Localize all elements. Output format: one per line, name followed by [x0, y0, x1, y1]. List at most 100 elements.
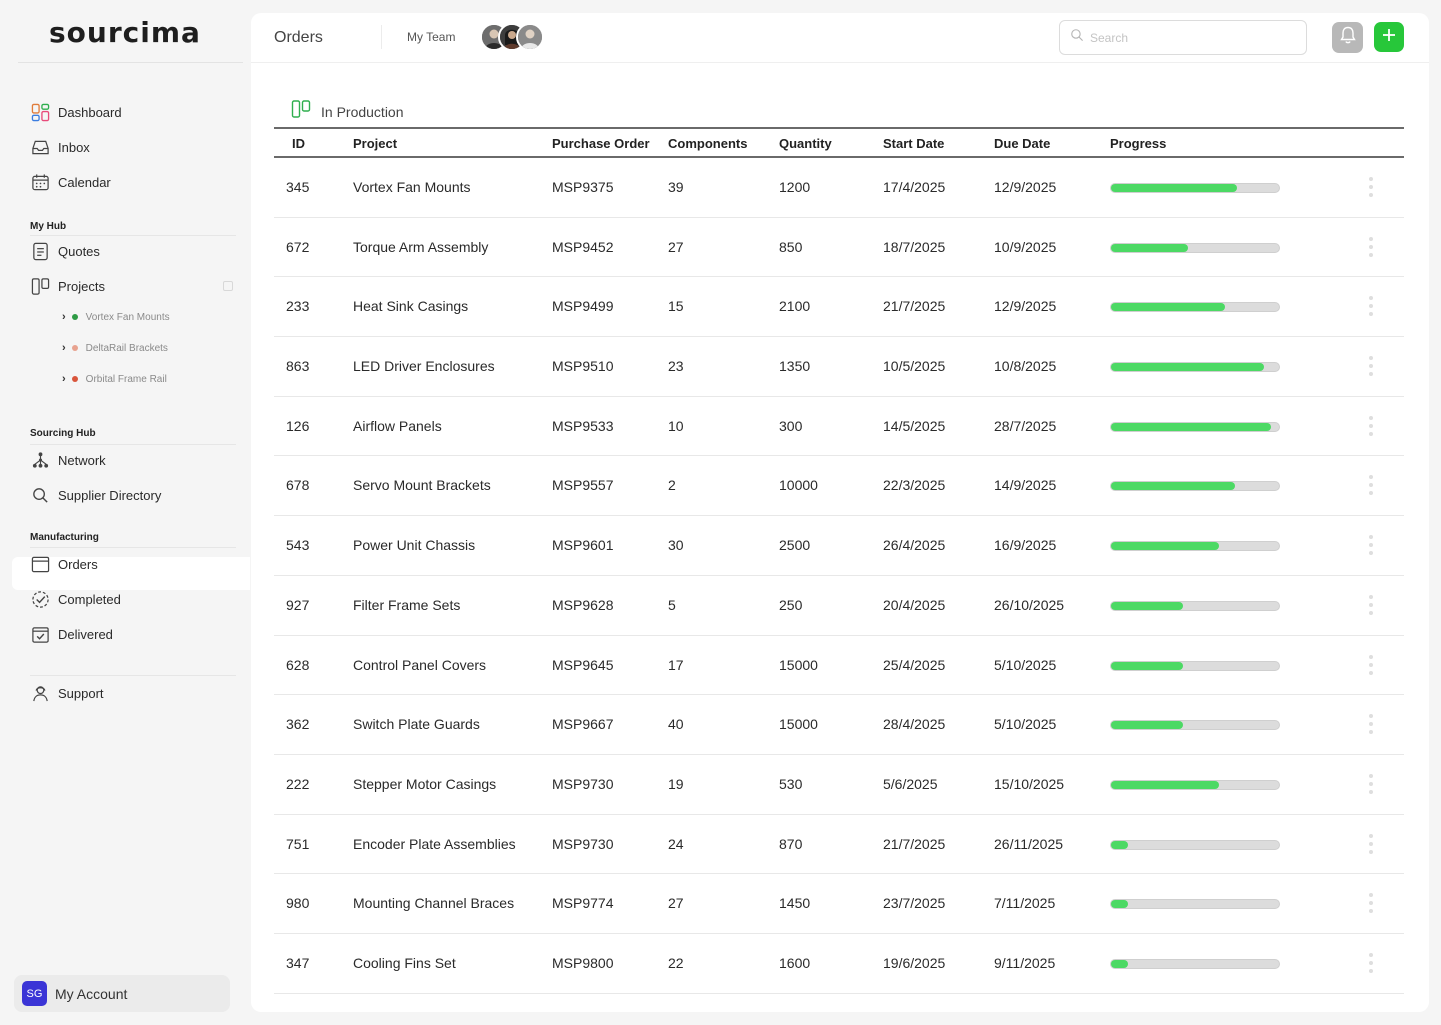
table-row[interactable]: 126 Airflow Panels MSP9533 10 300 14/5/2025 28…: [274, 397, 1404, 457]
sidebar-item-label: Network: [58, 452, 106, 468]
cell-components: 23: [668, 358, 684, 375]
cell-project: Servo Mount Brackets: [353, 477, 491, 494]
progress-bar: [1110, 541, 1280, 552]
progress-bar: [1110, 600, 1280, 611]
column-header-quantity[interactable]: Quantity: [779, 136, 832, 151]
table-row[interactable]: 980 Mounting Channel Braces MSP9774 27 1450 2…: [274, 874, 1404, 934]
table-row[interactable]: 672 Torque Arm Assembly MSP9452 27 850 18/7/2…: [274, 218, 1404, 278]
project-item[interactable]: › DeltaRail Brackets: [62, 340, 168, 356]
cell-id: 672: [286, 238, 310, 255]
sidebar-item-orders[interactable]: Orders: [30, 553, 98, 575]
table-row[interactable]: 927 Filter Frame Sets MSP9628 5 250 20/4/2025…: [274, 576, 1404, 636]
cell-due-date: 12/9/2025: [994, 179, 1057, 195]
column-header-due-date[interactable]: Due Date: [994, 136, 1050, 151]
more-options-icon[interactable]: [1364, 175, 1378, 199]
search-input[interactable]: [1090, 30, 1290, 45]
table-row[interactable]: 678 Servo Mount Brackets MSP9557 2 10000 22/3…: [274, 456, 1404, 517]
cell-start-date: 22/3/2025: [883, 477, 946, 494]
more-options-icon[interactable]: [1364, 951, 1378, 975]
orders-table: ID Project Purchase Order Components Qua…: [274, 127, 1404, 994]
cell-purchase-order: MSP9667: [552, 716, 614, 733]
more-options-icon[interactable]: [1364, 533, 1378, 557]
column-header-start-date[interactable]: Start Date: [883, 136, 944, 151]
more-options-icon[interactable]: [1364, 473, 1378, 497]
table-row[interactable]: 543 Power Unit Chassis MSP9601 30 2500 26/4/2…: [274, 516, 1404, 576]
progress-bar: [1110, 720, 1280, 731]
sidebar-item-inbox[interactable]: Inbox: [30, 136, 90, 158]
column-header-progress[interactable]: Progress: [1110, 136, 1166, 151]
progress-bar-fill: [1111, 601, 1184, 610]
cell-id: 126: [286, 417, 310, 434]
table-row[interactable]: 751 Encoder Plate Assemblies MSP9730 24 870 2…: [274, 815, 1404, 875]
cell-components: 27: [668, 895, 684, 912]
table-row[interactable]: 345 Vortex Fan Mounts MSP9375 39 1200 17/4/20…: [274, 158, 1404, 218]
add-button[interactable]: [1374, 22, 1404, 52]
cell-due-date: 28/7/2025: [994, 417, 1057, 434]
brand-logo[interactable]: sourcima: [49, 16, 201, 49]
cell-components: 22: [668, 954, 684, 971]
sidebar-item-calendar[interactable]: Calendar: [30, 171, 111, 193]
more-options-icon[interactable]: [1364, 414, 1378, 438]
cell-due-date: 5/10/2025: [994, 656, 1057, 673]
table-row[interactable]: 233 Heat Sink Casings MSP9499 15 2100 21/7/20…: [274, 277, 1404, 338]
cell-project: Cooling Fins Set: [353, 954, 456, 971]
column-header-id[interactable]: ID: [292, 136, 305, 151]
sidebar-item-label: Quotes: [58, 243, 100, 259]
progress-bar-fill: [1111, 721, 1184, 730]
more-options-icon[interactable]: [1364, 593, 1378, 617]
column-header-project[interactable]: Project: [353, 136, 397, 151]
cell-quantity: 1200: [779, 179, 811, 195]
cell-start-date: 10/5/2025: [883, 358, 946, 375]
progress-bar-fill: [1111, 661, 1184, 670]
cell-purchase-order: MSP9533: [552, 417, 614, 434]
progress-bar: [1110, 302, 1280, 313]
progress-bar-fill: [1111, 303, 1226, 312]
cell-quantity: 15000: [779, 716, 818, 733]
sidebar-item-dashboard[interactable]: Dashboard: [30, 101, 122, 123]
table-row[interactable]: 347 Cooling Fins Set MSP9800 22 1600 19/6/202…: [274, 934, 1404, 994]
more-options-icon[interactable]: [1364, 891, 1378, 915]
notifications-button[interactable]: [1332, 22, 1363, 53]
table-row[interactable]: 362 Switch Plate Guards MSP9667 40 15000 28/4…: [274, 695, 1404, 755]
more-options-icon[interactable]: [1364, 712, 1378, 736]
divider: [381, 25, 382, 49]
sidebar-item-label: Inbox: [58, 139, 90, 155]
cell-start-date: 23/7/2025: [883, 895, 946, 912]
cell-components: 40: [668, 716, 684, 733]
more-options-icon[interactable]: [1364, 354, 1378, 378]
project-item[interactable]: › Orbital Frame Rail: [62, 371, 167, 387]
sidebar-item-projects[interactable]: Projects: [30, 275, 105, 297]
cell-purchase-order: MSP9452: [552, 238, 614, 255]
sidebar-item-delivered[interactable]: Delivered: [30, 623, 113, 645]
team-avatars[interactable]: [480, 23, 544, 51]
table-row[interactable]: 222 Stepper Motor Casings MSP9730 19 530 5/6/…: [274, 755, 1404, 815]
avatar[interactable]: [516, 23, 544, 51]
table-row[interactable]: 863 LED Driver Enclosures MSP9510 23 1350 10/…: [274, 337, 1404, 397]
more-options-icon[interactable]: [1364, 772, 1378, 796]
divider: [30, 675, 236, 676]
sidebar-item-supplier-directory[interactable]: Supplier Directory: [30, 484, 161, 506]
table-body: 345 Vortex Fan Mounts MSP9375 39 1200 17/4/20…: [274, 158, 1404, 994]
my-account-button[interactable]: SG My Account: [14, 975, 230, 1012]
cell-project: Airflow Panels: [353, 417, 442, 434]
more-options-icon[interactable]: [1364, 653, 1378, 677]
more-options-icon[interactable]: [1364, 294, 1378, 318]
project-item[interactable]: › Vortex Fan Mounts: [62, 309, 170, 325]
sidebar-item-completed[interactable]: Completed: [30, 588, 121, 610]
column-header-purchase-order[interactable]: Purchase Order: [552, 136, 650, 151]
collapse-toggle-icon[interactable]: [223, 281, 233, 291]
cell-due-date: 12/9/2025: [994, 298, 1057, 315]
sidebar-item-network[interactable]: Network: [30, 449, 106, 471]
search-box[interactable]: [1059, 20, 1307, 55]
cell-components: 5: [668, 596, 676, 613]
cell-quantity: 530: [779, 775, 803, 792]
table-row[interactable]: 628 Control Panel Covers MSP9645 17 15000 25/…: [274, 636, 1404, 696]
more-options-icon[interactable]: [1364, 832, 1378, 856]
column-header-components[interactable]: Components: [668, 136, 747, 151]
more-options-icon[interactable]: [1364, 235, 1378, 259]
sidebar-item-quotes[interactable]: Quotes: [30, 240, 100, 262]
progress-bar-fill: [1111, 780, 1219, 789]
cell-purchase-order: MSP9601: [552, 537, 614, 554]
my-team-link[interactable]: My Team: [407, 30, 455, 44]
sidebar-item-support[interactable]: Support: [30, 682, 104, 704]
